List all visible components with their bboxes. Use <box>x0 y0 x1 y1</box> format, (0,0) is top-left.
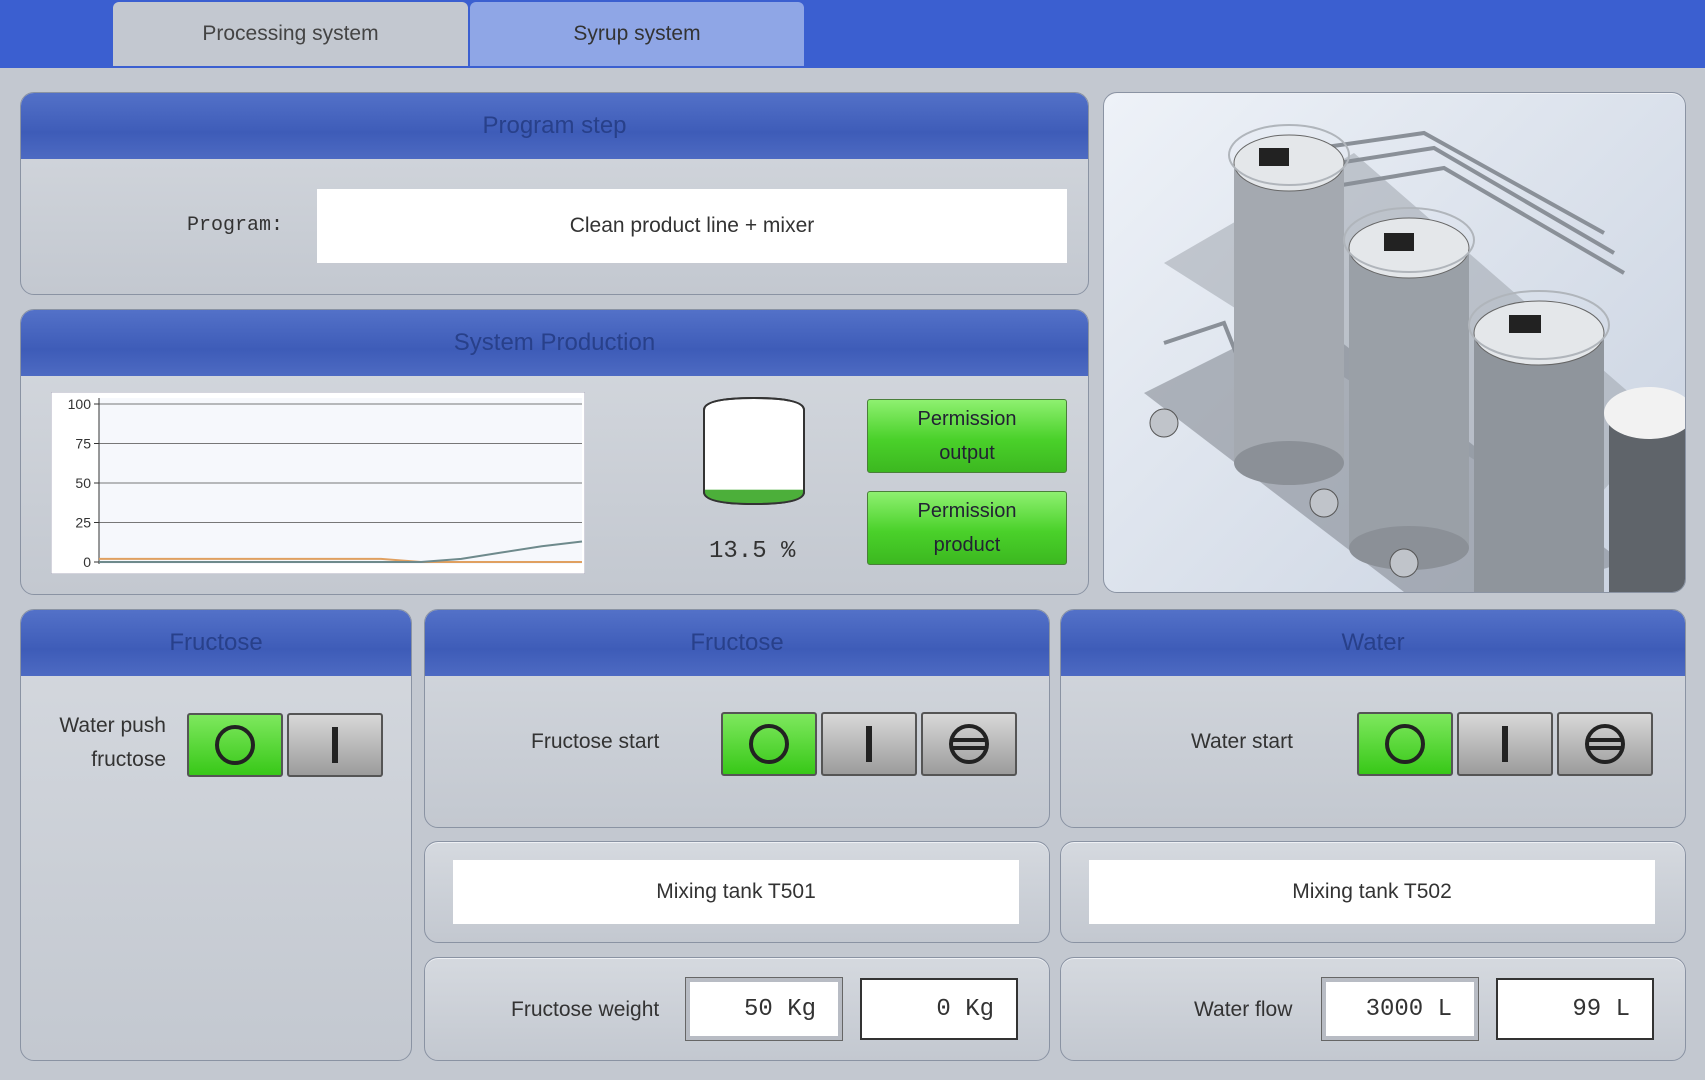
fructose-weight-label: Fructose weight <box>511 998 660 1021</box>
fructose-weight-panel: Fructose weight 50 Kg 0 Kg <box>424 957 1050 1061</box>
mixing-tank-t501-panel: Mixing tank T501 <box>424 841 1050 943</box>
permission-product-line1: Permission <box>917 500 1017 522</box>
fructose-weight-actual-display: 0 Kg <box>860 978 1018 1040</box>
system-production-panel: System Production 100 75 50 25 0 13.5 % Perm… <box>20 309 1089 595</box>
tank-level-gauge <box>703 396 805 506</box>
plant-illustration-panel <box>1103 92 1686 593</box>
plant-3d-illustration <box>1144 124 1685 592</box>
chart-y-tick-label: 100 <box>68 396 92 412</box>
tank-level-text: 13.5 % <box>709 538 796 565</box>
auto-mode-icon <box>1585 724 1625 764</box>
program-step-title: Program step <box>21 93 1088 159</box>
switch-off-button[interactable] <box>187 713 283 777</box>
program-label: Program: <box>187 214 284 237</box>
water-push-fructose-switch <box>187 713 387 777</box>
fructose-auto-button[interactable] <box>921 712 1017 776</box>
chart-y-tick-label: 50 <box>75 475 91 491</box>
bar-on-icon <box>866 726 872 762</box>
chart-y-tick-label: 0 <box>83 554 91 570</box>
permission-product-button[interactable]: Permission product <box>867 491 1067 565</box>
mixing-tank-t502-panel: Mixing tank T502 <box>1060 841 1686 943</box>
fructose-mid-panel: Fructose Fructose start <box>424 609 1050 828</box>
system-production-title: System Production <box>21 310 1088 376</box>
circle-off-icon <box>749 724 789 764</box>
water-panel: Water Water start <box>1060 609 1686 828</box>
water-start-label: Water start <box>1191 730 1293 753</box>
fructose-weight-setpoint-input[interactable]: 50 Kg <box>686 978 842 1040</box>
bar-on-icon <box>1502 726 1508 762</box>
program-value-display: Clean product line + mixer <box>317 189 1067 263</box>
tab-syrup-system[interactable]: Syrup system <box>470 2 804 66</box>
permission-output-line2: output <box>939 442 995 464</box>
water-off-button[interactable] <box>1357 712 1453 776</box>
fructose-left-panel: Fructose Water push fructose <box>20 609 412 1061</box>
fructose-start-switch <box>721 712 1021 776</box>
bar-on-icon <box>332 727 338 763</box>
fructose-left-title: Fructose <box>21 610 411 676</box>
production-trend-chart: 100 75 50 25 0 <box>51 392 585 574</box>
circle-off-icon <box>215 725 255 765</box>
permission-product-line2: product <box>933 534 1001 556</box>
water-flow-actual-display: 99 L <box>1496 978 1654 1040</box>
fructose-start-label: Fructose start <box>531 730 660 753</box>
mixing-tank-t501-display: Mixing tank T501 <box>453 860 1019 924</box>
mixing-tank-t502-display: Mixing tank T502 <box>1089 860 1655 924</box>
water-push-label-line1: Water push <box>59 714 166 737</box>
auto-mode-icon <box>949 724 989 764</box>
chart-y-tick-label: 75 <box>75 436 91 452</box>
fructose-off-button[interactable] <box>721 712 817 776</box>
circle-off-icon <box>1385 724 1425 764</box>
permission-output-line1: Permission <box>917 408 1017 430</box>
chart-y-tick-label: 25 <box>75 515 91 531</box>
water-flow-panel: Water flow 3000 L 99 L <box>1060 957 1686 1061</box>
permission-output-button[interactable]: Permission output <box>867 399 1067 473</box>
water-start-switch <box>1357 712 1657 776</box>
water-auto-button[interactable] <box>1557 712 1653 776</box>
tab-processing-system[interactable]: Processing system <box>113 2 468 66</box>
switch-on-button[interactable] <box>287 713 383 777</box>
water-flow-label: Water flow <box>1194 998 1293 1021</box>
fructose-mid-title: Fructose <box>425 610 1049 676</box>
water-title: Water <box>1061 610 1685 676</box>
water-on-button[interactable] <box>1457 712 1553 776</box>
water-flow-setpoint-input[interactable]: 3000 L <box>1322 978 1478 1040</box>
program-step-panel: Program step Program: Clean product line… <box>20 92 1089 295</box>
water-push-label-line2: fructose <box>91 748 166 771</box>
fructose-on-button[interactable] <box>821 712 917 776</box>
